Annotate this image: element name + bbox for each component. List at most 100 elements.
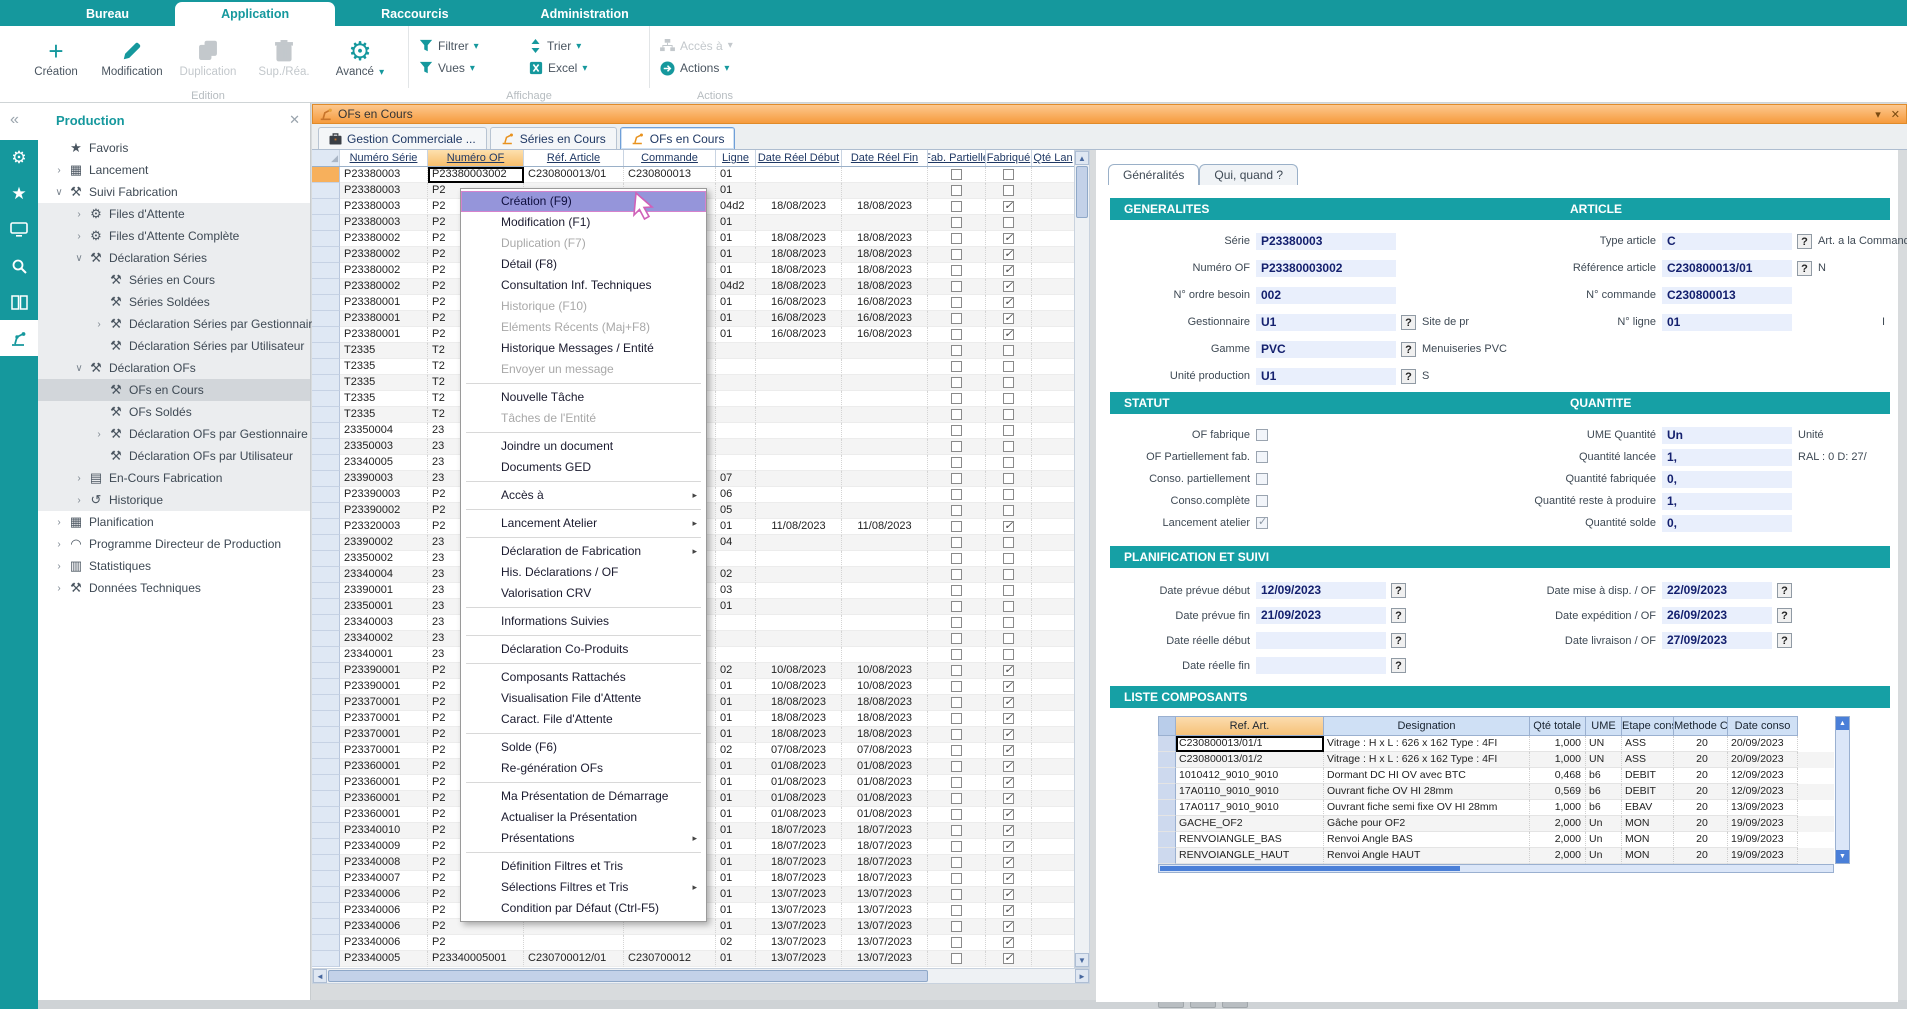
cell-fab-partielle[interactable]: [928, 359, 986, 375]
cell-qte-lancee[interactable]: [1032, 711, 1074, 727]
row-selector-cell[interactable]: [312, 951, 340, 967]
cell-qte-lancee[interactable]: [1032, 727, 1074, 743]
context-menu-item[interactable]: Modification (F1): [461, 212, 706, 233]
row-selector-cell[interactable]: [1158, 832, 1176, 848]
cell-date-conso[interactable]: 19/09/2023: [1728, 832, 1798, 848]
row-selector-cell[interactable]: [312, 263, 340, 279]
cell-fabrique[interactable]: [986, 727, 1032, 743]
cell-date-reel-debut[interactable]: [756, 375, 842, 391]
cell-ligne[interactable]: 02: [716, 935, 756, 951]
row-selector-cell[interactable]: [312, 247, 340, 263]
cell-fab-partielle[interactable]: [928, 471, 986, 487]
cell-ligne[interactable]: 01: [716, 727, 756, 743]
cell-ligne[interactable]: 02: [716, 743, 756, 759]
cell-date-reel-debut[interactable]: [756, 391, 842, 407]
cell-numero-serie[interactable]: 23340002: [340, 631, 428, 647]
cell-qte-lancee[interactable]: [1032, 535, 1074, 551]
cell-date-reel-fin[interactable]: 13/07/2023: [842, 919, 928, 935]
cell-numero-serie[interactable]: 23340004: [340, 567, 428, 583]
cell-ligne[interactable]: 01: [716, 871, 756, 887]
cell-fabrique[interactable]: [986, 183, 1032, 199]
sidebar-item[interactable]: › ⚒ Données Techniques: [0, 577, 310, 599]
cell-numero-serie[interactable]: P23380003: [340, 183, 428, 199]
cell-numero-serie[interactable]: P23380003: [340, 167, 428, 183]
cell-numero-serie[interactable]: P23380001: [340, 311, 428, 327]
columns-icon[interactable]: [0, 284, 38, 320]
cell-fabrique[interactable]: [986, 887, 1032, 903]
cell-ligne[interactable]: [716, 343, 756, 359]
sidebar-item[interactable]: › ↺ Historique: [0, 489, 310, 511]
cell-date-reel-fin[interactable]: 18/08/2023: [842, 247, 928, 263]
cell-fab-partielle[interactable]: [928, 279, 986, 295]
help-icon[interactable]: [1777, 583, 1792, 598]
row-selector-cell[interactable]: [312, 535, 340, 551]
robot-arm-icon[interactable]: [0, 320, 38, 356]
quantite-value[interactable]: Un: [1662, 427, 1792, 444]
excel-button[interactable]: Excel▾: [529, 61, 639, 75]
scrollbar-thumb[interactable]: [328, 970, 928, 982]
cell-ligne[interactable]: [716, 423, 756, 439]
cell-date-reel-debut[interactable]: 18/07/2023: [756, 823, 842, 839]
tree-expand-icon[interactable]: ›: [52, 539, 66, 550]
help-icon[interactable]: [1391, 633, 1406, 648]
cell-numero-serie[interactable]: P23380001: [340, 327, 428, 343]
cell-fab-partielle[interactable]: [928, 615, 986, 631]
cell-fab-partielle[interactable]: [928, 295, 986, 311]
date-field[interactable]: [1256, 632, 1386, 649]
cell-fabrique[interactable]: [986, 295, 1032, 311]
cell-numero-serie[interactable]: 23350003: [340, 439, 428, 455]
cell-numero-serie[interactable]: T2335: [340, 407, 428, 423]
context-menu-item[interactable]: Envoyer un message: [461, 359, 706, 380]
unite-production-field[interactable]: U1: [1256, 368, 1396, 385]
cell-etape-conso[interactable]: ASS: [1622, 736, 1674, 752]
sidebar-item[interactable]: › ⚙ Files d'Attente Complète: [0, 225, 310, 247]
cell-fab-partielle[interactable]: [928, 439, 986, 455]
cell-commande[interactable]: [624, 935, 716, 951]
cell-fabrique[interactable]: [986, 935, 1032, 951]
cell-designation[interactable]: Renvoi Angle HAUT: [1324, 848, 1530, 864]
sidebar-item[interactable]: ⚒ Déclaration OFs par Utilisateur: [0, 445, 310, 467]
cell-numero-serie[interactable]: P23360001: [340, 759, 428, 775]
cell-numero-serie[interactable]: P23360001: [340, 791, 428, 807]
cell-etape-conso[interactable]: ASS: [1622, 752, 1674, 768]
cell-ligne[interactable]: 01: [716, 711, 756, 727]
column-header[interactable]: [312, 150, 340, 166]
cell-ref-art[interactable]: 1010412_9010_9010: [1176, 768, 1324, 784]
cell-fabrique[interactable]: [986, 359, 1032, 375]
cell-fabrique[interactable]: [986, 535, 1032, 551]
context-menu-item[interactable]: Tâches de l'Entité: [461, 408, 706, 429]
date-field[interactable]: 22/09/2023: [1662, 582, 1772, 599]
cell-qte-lancee[interactable]: [1032, 823, 1074, 839]
creation-button[interactable]: + Création: [18, 36, 94, 78]
cell-qte-lancee[interactable]: [1032, 247, 1074, 263]
scrollbar-thumb[interactable]: [1160, 866, 1460, 871]
cell-methode-conso[interactable]: 20: [1674, 816, 1728, 832]
close-panel-icon[interactable]: ✕: [289, 112, 300, 128]
row-selector-cell[interactable]: [312, 167, 340, 183]
cell-qte-lancee[interactable]: [1032, 551, 1074, 567]
context-menu-item[interactable]: Valorisation CRV: [461, 583, 706, 604]
table-row[interactable]: P23380003 P23380003002 C230800013/01 C23…: [312, 167, 1074, 183]
cell-designation[interactable]: Vitrage : H x L : 626 x 162 Type : 4FI: [1324, 752, 1530, 768]
window-close-icon[interactable]: ✕: [1891, 108, 1900, 121]
row-selector-cell[interactable]: [312, 519, 340, 535]
date-field[interactable]: 21/09/2023: [1256, 607, 1386, 624]
cell-date-conso[interactable]: 19/09/2023: [1728, 848, 1798, 864]
cell-numero-serie[interactable]: T2335: [340, 375, 428, 391]
row-selector-cell[interactable]: [312, 823, 340, 839]
cell-numero-serie[interactable]: 23340001: [340, 647, 428, 663]
row-selector-cell[interactable]: [312, 807, 340, 823]
row-selector-cell[interactable]: [312, 439, 340, 455]
cell-ligne[interactable]: 01: [716, 695, 756, 711]
row-selector-cell[interactable]: [312, 775, 340, 791]
sidebar-item[interactable]: › ▥ Statistiques: [0, 555, 310, 577]
cell-fabrique[interactable]: [986, 455, 1032, 471]
cell-etape-conso[interactable]: MON: [1622, 816, 1674, 832]
cell-qte-lancee[interactable]: [1032, 855, 1074, 871]
cell-date-conso[interactable]: 19/09/2023: [1728, 816, 1798, 832]
cell-date-reel-debut[interactable]: [756, 599, 842, 615]
cell-fabrique[interactable]: [986, 791, 1032, 807]
cell-numero-serie[interactable]: P23340006: [340, 919, 428, 935]
cell-ume[interactable]: b6: [1586, 800, 1622, 816]
cell-fab-partielle[interactable]: [928, 663, 986, 679]
